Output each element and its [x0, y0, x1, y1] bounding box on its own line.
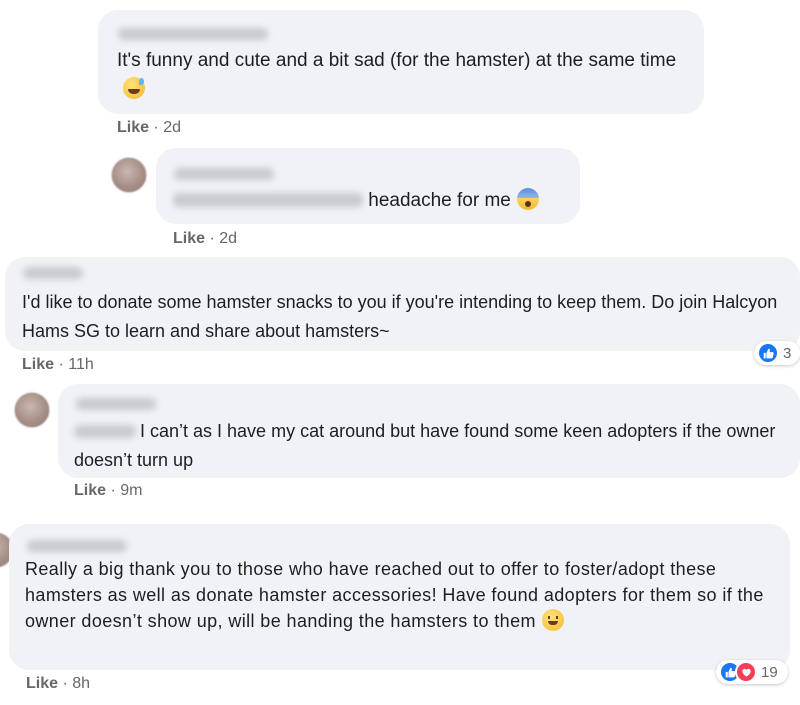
like-button[interactable]: Like: [173, 230, 205, 247]
avatar[interactable]: [14, 392, 50, 428]
meta-separator: ·: [205, 230, 220, 247]
comment-text: It's funny and cute and a bit sad (for t…: [117, 46, 677, 104]
reply-bubble: I can’t as I have my cat around but have…: [58, 384, 800, 478]
redacted-author-name: [174, 168, 274, 180]
redacted-author-name: [27, 540, 127, 552]
meta-separator: ·: [54, 356, 69, 373]
reply-meta: Like · 2d: [173, 230, 237, 248]
like-button[interactable]: Like: [26, 675, 58, 692]
comment-body: Really a big thank you to those who have…: [25, 559, 764, 631]
comment-bubble: It's funny and cute and a bit sad (for t…: [98, 10, 704, 114]
like-button[interactable]: Like: [22, 356, 54, 373]
comment-bubble: Really a big thank you to those who have…: [9, 524, 790, 670]
reply-timestamp[interactable]: 2d: [219, 230, 237, 247]
reactions-summary[interactable]: 19: [716, 660, 788, 684]
comment-text: I'd like to donate some hamster snacks t…: [22, 288, 782, 346]
comment-timestamp[interactable]: 11h: [68, 356, 94, 373]
meta-separator: ·: [106, 482, 121, 499]
comment-text: Really a big thank you to those who have…: [25, 556, 785, 634]
like-button[interactable]: Like: [74, 482, 106, 499]
redacted-author-name: [23, 267, 83, 279]
meta-separator: ·: [58, 675, 73, 692]
comment-timestamp[interactable]: 2d: [163, 119, 181, 136]
reply-body: headache for me: [368, 190, 511, 211]
reactions-summary[interactable]: 3: [754, 341, 800, 365]
like-reaction-icon: [757, 342, 779, 364]
reaction-count: 19: [761, 663, 778, 681]
reply-text: headache for me: [173, 186, 539, 215]
smiling-face-emoji-icon: [541, 609, 564, 631]
reaction-count: 3: [783, 344, 792, 362]
reply-timestamp[interactable]: 9m: [120, 482, 142, 499]
redacted-author-name: [118, 28, 268, 40]
comment-meta: Like · 8h: [26, 675, 90, 693]
redacted-mention: [74, 425, 136, 438]
comment-timestamp[interactable]: 8h: [72, 675, 90, 692]
reply-body: I can’t as I have my cat around but have…: [74, 421, 776, 470]
grinning-sweat-emoji-icon: [123, 77, 145, 99]
avatar[interactable]: [111, 157, 147, 193]
reply-meta: Like · 9m: [74, 482, 142, 500]
redacted-author-name: [76, 398, 156, 410]
meta-separator: ·: [149, 119, 164, 136]
comment-meta: Like · 11h: [22, 356, 94, 374]
comment-meta: Like · 2d: [117, 119, 181, 137]
like-button[interactable]: Like: [117, 119, 149, 136]
comment-body: I'd like to donate some hamster snacks t…: [22, 292, 778, 341]
comment-bubble: I'd like to donate some hamster snacks t…: [5, 257, 800, 351]
love-reaction-icon: [735, 661, 757, 683]
redacted-mention: [173, 193, 363, 207]
reply-bubble: headache for me: [156, 148, 580, 224]
fearful-face-emoji-icon: [516, 188, 539, 210]
comment-body: It's funny and cute and a bit sad (for t…: [117, 50, 677, 71]
reply-text: I can’t as I have my cat around but have…: [74, 417, 784, 475]
